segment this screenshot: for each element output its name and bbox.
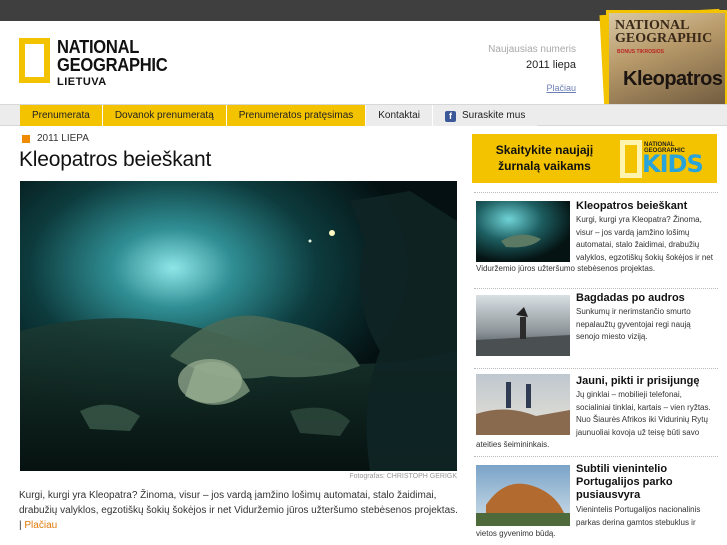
- nav-prenumeratos-pratesimas[interactable]: Prenumeratos pratęsimas: [226, 105, 367, 126]
- logo-line-geographic: GEOGRAPHIC: [57, 55, 168, 75]
- kids-magazine-banner[interactable]: Skaitykite naujajį žurnalą vaikams NATIO…: [472, 134, 717, 183]
- logo-line-national: NATIONAL: [57, 37, 140, 57]
- nav-label: Kontaktai: [378, 110, 420, 121]
- nav-label: Prenumeratos pratęsimas: [238, 110, 354, 121]
- sidebar-item-text-continued: ateities šeimininkais.: [476, 440, 550, 449]
- kids-frame-icon: [620, 140, 642, 178]
- nav-suraskite-mus[interactable]: f Suraskite mus: [432, 105, 538, 126]
- latest-issue-box: Naujausias numeris 2011 liepa Plačiau: [488, 43, 576, 96]
- list-item[interactable]: Jauni, pikti ir prisijungę Jų ginklai – …: [474, 368, 718, 456]
- article-date-text: 2011 LIEPA: [37, 133, 89, 144]
- latest-issue-date: 2011 liepa: [526, 59, 576, 71]
- article-thumbnail[interactable]: [476, 374, 570, 435]
- article-thumbnail[interactable]: [476, 465, 570, 526]
- latest-issue-more-link[interactable]: Plačiau: [546, 81, 576, 95]
- sidebar-item-text-continued: vietos gyvenimo būdą.: [476, 529, 556, 538]
- sidebar-articles: Kleopatros beieškant Kurgi, kurgi yra Kl…: [474, 192, 718, 538]
- logo-line-lietuva: LIETUVA: [57, 76, 107, 88]
- nav-label: Suraskite mus: [461, 110, 526, 121]
- underwater-thumbnail-image: [476, 201, 570, 262]
- kids-banner-line1: Skaitykite naujajį: [495, 143, 594, 157]
- kids-banner-line2: žurnalą vaikams: [498, 159, 591, 173]
- list-item[interactable]: Bagdadas po audros Sunkumų ir nerimstanč…: [474, 288, 718, 368]
- latest-issue-label: Naujausias numeris: [488, 44, 576, 55]
- article-summary: Kurgi, kurgi yra Kleopatra? Žinoma, visu…: [19, 488, 459, 533]
- park-thumbnail-image: [476, 465, 570, 526]
- nav-prenumerata[interactable]: Prenumerata: [20, 105, 103, 126]
- magazine-cover-headline: Kleopatros: [623, 68, 723, 90]
- sidebar-item-title[interactable]: Kleopatros beieškant: [576, 200, 687, 213]
- article-date: 2011 LIEPA: [22, 133, 89, 144]
- orange-square-icon: [22, 134, 30, 143]
- hero-image[interactable]: [20, 181, 457, 471]
- site-logo[interactable]: NATIONAL GEOGRAPHIC LIETUVA: [19, 38, 179, 94]
- magazine-cover-line2: GEOGRAPHIC: [615, 31, 713, 46]
- main-nav: Prenumerata Dovanok prenumeratą Prenumer…: [0, 104, 727, 126]
- yellow-frame-icon: [19, 38, 50, 83]
- underwater-scene-image: [20, 181, 457, 471]
- sidebar-item-text: Kurgi, kurgi yra Kleopatra? Žinoma, visu…: [576, 215, 713, 262]
- list-item[interactable]: Subtili vienintelio Portugalijos parko p…: [474, 456, 718, 538]
- sidebar-item-text: Jų ginklai – mobilieji telefonai, social…: [576, 390, 711, 437]
- article-more-link[interactable]: Plačiau: [24, 520, 57, 531]
- sidebar-item-text-continued: Viduržemio jūros užteršumo stebėsenos pr…: [476, 264, 656, 273]
- kids-word: KIDS: [642, 150, 704, 178]
- baghdad-thumbnail-image: [476, 295, 570, 356]
- article-thumbnail[interactable]: [476, 201, 570, 262]
- sidebar-item-title[interactable]: Bagdadas po audros: [576, 292, 685, 305]
- protest-thumbnail-image: [476, 374, 570, 435]
- article-summary-text: Kurgi, kurgi yra Kleopatra? Žinoma, visu…: [19, 490, 458, 531]
- magazine-cover[interactable]: NATIONAL GEOGRAPHIC BONUS TIKROSIOS Kleo…: [598, 6, 727, 104]
- sidebar-item-title[interactable]: Jauni, pikti ir prisijungę: [576, 375, 699, 388]
- logo-text: NATIONAL GEOGRAPHIC LIETUVA: [57, 38, 177, 89]
- magazine-cover-title: NATIONAL GEOGRAPHIC: [615, 19, 713, 46]
- article-title[interactable]: Kleopatros beieškant: [19, 148, 211, 172]
- sidebar-item-text: Vienintelis Portugalijos nacionalinis pa…: [576, 505, 701, 527]
- nav-kontaktai[interactable]: Kontaktai: [366, 105, 433, 126]
- nav-label: Prenumerata: [32, 110, 90, 121]
- kids-banner-text: Skaitykite naujajį žurnalą vaikams: [482, 142, 607, 174]
- kids-logo: NATIONAL GEOGRAPHIC KIDS: [620, 140, 712, 178]
- magazine-cover-tag: BONUS TIKROSIOS: [617, 49, 664, 55]
- article-thumbnail[interactable]: [476, 295, 570, 356]
- nav-dovanok-prenumerata[interactable]: Dovanok prenumeratą: [102, 105, 227, 126]
- nav-label: Dovanok prenumeratą: [114, 110, 214, 121]
- list-item[interactable]: Kleopatros beieškant Kurgi, kurgi yra Kl…: [474, 192, 718, 276]
- facebook-icon: f: [444, 111, 456, 122]
- sidebar-item-text: Sunkumų ir nerimstančio smurto nepalaužt…: [576, 307, 691, 341]
- photo-credit: Fotografas: CHRISTOPH GERIGK: [349, 473, 457, 480]
- sidebar-item-title[interactable]: Subtili vienintelio Portugalijos parko p…: [576, 463, 716, 502]
- magazine-cover-front: NATIONAL GEOGRAPHIC BONUS TIKROSIOS Kleo…: [606, 10, 727, 104]
